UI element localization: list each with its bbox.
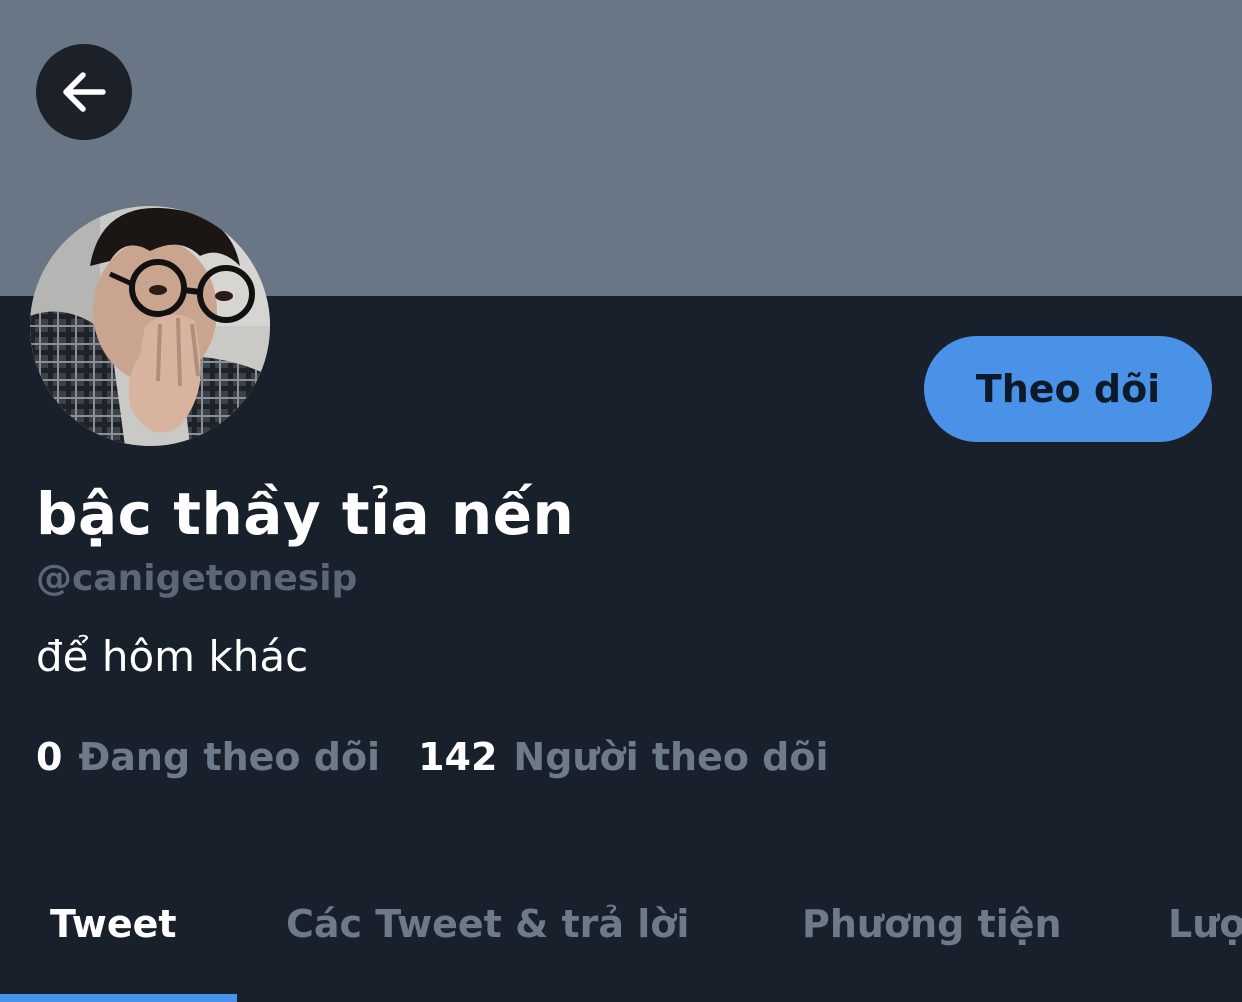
avatar-image [30,206,270,446]
user-handle: @canigetonesip [36,558,358,599]
follow-stats: 0 Đang theo dõi 142 Người theo dõi [36,735,828,779]
tab-tweets[interactable]: Tweet [50,902,177,946]
back-button[interactable] [36,44,132,140]
avatar[interactable] [30,206,270,446]
followers-label: Người theo dõi [513,735,829,779]
tab-tweets-replies[interactable]: Các Tweet & trả lời [286,902,689,946]
arrow-left-icon [63,72,106,112]
following-stat[interactable]: 0 Đang theo dõi [36,735,380,779]
profile-tabs: Tweet Các Tweet & trả lời Phương tiện Lư… [0,880,1242,1002]
profile-page: Theo dõi bậc thầy tỉa nến @canigetonesip… [0,0,1242,1002]
following-label: Đang theo dõi [78,735,381,779]
follow-button[interactable]: Theo dõi [924,336,1212,442]
tab-likes[interactable]: Lượt thích [1168,902,1242,946]
active-tab-indicator [0,994,237,1002]
display-name: bậc thầy tỉa nến [36,480,575,548]
following-count: 0 [36,735,63,779]
profile-bio: để hôm khác [36,632,309,681]
followers-count: 142 [418,735,498,779]
tab-media[interactable]: Phương tiện [802,902,1062,946]
followers-stat[interactable]: 142 Người theo dõi [418,735,828,779]
